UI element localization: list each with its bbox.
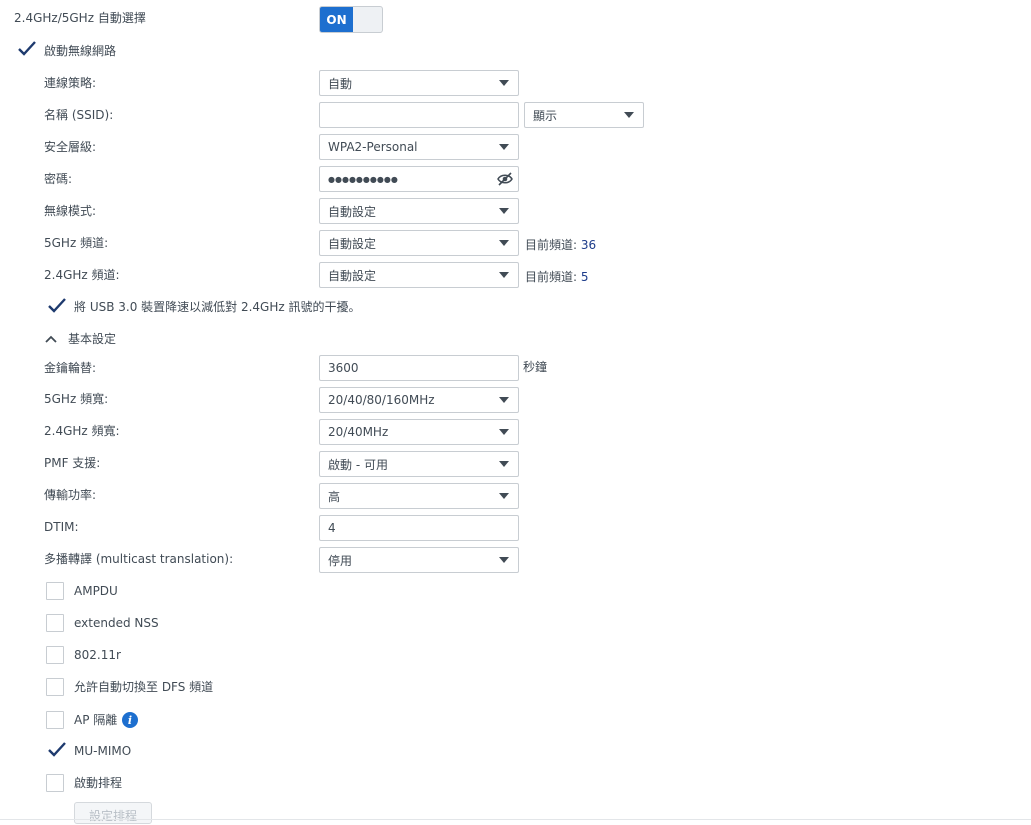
key-rotation-value: 3600 xyxy=(328,361,359,375)
ap-isolation-label: AP 隔離 xyxy=(74,713,118,727)
chevron-down-icon xyxy=(499,208,509,214)
bw24-value: 20/40MHz xyxy=(328,425,389,439)
dot11r-label: 802.11r xyxy=(74,648,121,662)
ch5-select[interactable]: 自動設定 xyxy=(319,230,519,256)
password-input[interactable]: ●●●●●●●●●● xyxy=(319,166,519,192)
ampdu-checkbox[interactable] xyxy=(46,582,64,600)
power-label: 傳輸功率: xyxy=(44,488,97,502)
chevron-up-icon xyxy=(45,335,57,343)
ch24-current: 目前頻道: 5 xyxy=(525,269,589,285)
security-label: 安全層級: xyxy=(44,140,97,154)
pmf-select[interactable]: 啟動 - 可用 xyxy=(319,451,519,477)
ch5-current: 目前頻道: 36 xyxy=(525,237,596,253)
enable-schedule-label: 啟動排程 xyxy=(74,776,123,790)
ch24-value: 自動設定 xyxy=(328,268,377,283)
pmf-value: 啟動 - 可用 xyxy=(328,457,388,472)
chevron-down-icon xyxy=(499,80,509,86)
power-value: 高 xyxy=(328,489,341,504)
mu-mimo-label: MU-MIMO xyxy=(74,744,132,758)
dtim-value: 4 xyxy=(328,521,336,535)
key-rotation-label: 金鑰輪替: xyxy=(44,361,97,375)
ch24-current-label: 目前頻道: xyxy=(525,270,578,284)
strategy-select[interactable]: 自動 xyxy=(319,70,519,96)
ap-isolation-checkbox[interactable] xyxy=(46,711,64,729)
check-icon xyxy=(18,41,36,56)
dtim-input[interactable]: 4 xyxy=(319,515,519,541)
multicast-label: 多播轉譯 (multicast translation): xyxy=(44,552,234,566)
wireless-mode-select[interactable]: 自動設定 xyxy=(319,198,519,224)
ampdu-label: AMPDU xyxy=(74,584,118,598)
wireless-mode-value: 自動設定 xyxy=(328,204,377,219)
chevron-down-icon xyxy=(499,493,509,499)
chevron-down-icon xyxy=(499,461,509,467)
power-select[interactable]: 高 xyxy=(319,483,519,509)
check-icon xyxy=(48,742,66,757)
ch5-value: 自動設定 xyxy=(328,236,377,251)
basic-settings-label: 基本設定 xyxy=(68,332,117,346)
key-rotation-unit: 秒鐘 xyxy=(523,360,548,374)
bw24-label: 2.4GHz 頻寬: xyxy=(44,424,120,438)
bw5-value: 20/40/80/160MHz xyxy=(328,393,435,407)
password-value: ●●●●●●●●●● xyxy=(328,174,398,184)
multicast-select[interactable]: 停用 xyxy=(319,547,519,573)
strategy-value: 自動 xyxy=(328,76,353,91)
bw5-select[interactable]: 20/40/80/160MHz xyxy=(319,387,519,413)
ch5-label: 5GHz 頻道: xyxy=(44,236,109,250)
dtim-label: DTIM: xyxy=(44,520,79,534)
password-label: 密碼: xyxy=(44,172,73,186)
eye-off-icon[interactable] xyxy=(497,172,513,186)
chevron-down-icon xyxy=(624,112,634,118)
band-auto-toggle[interactable]: ON xyxy=(319,6,383,33)
ch24-current-value: 5 xyxy=(580,270,589,284)
security-select[interactable]: WPA2-Personal xyxy=(319,134,519,160)
extended-nss-checkbox[interactable] xyxy=(46,614,64,632)
security-value: WPA2-Personal xyxy=(328,140,418,154)
usb-slowdown-label: 將 USB 3.0 裝置降速以減低對 2.4GHz 訊號的干擾。 xyxy=(74,300,361,314)
dfs-auto-switch-label: 允許自動切換至 DFS 頻道 xyxy=(74,680,214,694)
chevron-down-icon xyxy=(499,397,509,403)
ch24-select[interactable]: 自動設定 xyxy=(319,262,519,288)
bw24-select[interactable]: 20/40MHz xyxy=(319,419,519,445)
ch5-current-label: 目前頻道: xyxy=(525,238,578,252)
extended-nss-label: extended NSS xyxy=(74,616,159,630)
set-schedule-label: 設定排程 xyxy=(88,809,137,823)
ssid-label: 名稱 (SSID): xyxy=(44,108,114,122)
wireless-mode-label: 無線模式: xyxy=(44,204,97,218)
check-icon xyxy=(48,298,66,313)
ch24-label: 2.4GHz 頻道: xyxy=(44,268,120,282)
page-bottom-divider xyxy=(0,819,1031,820)
multicast-value: 停用 xyxy=(328,553,353,568)
enable-wireless-label: 啟動無線網路 xyxy=(44,44,117,58)
usb-slowdown-checkbox[interactable] xyxy=(46,298,66,316)
enable-schedule-checkbox[interactable] xyxy=(46,774,64,792)
info-icon[interactable]: i xyxy=(122,712,138,728)
dot11r-checkbox[interactable] xyxy=(46,646,64,664)
ssid-visibility-select[interactable]: 顯示 xyxy=(524,102,644,128)
enable-wireless-checkbox[interactable] xyxy=(16,41,36,59)
chevron-down-icon xyxy=(499,429,509,435)
chevron-down-icon xyxy=(499,272,509,278)
dfs-auto-switch-checkbox[interactable] xyxy=(46,678,64,696)
chevron-down-icon xyxy=(499,557,509,563)
pmf-label: PMF 支援: xyxy=(44,456,101,470)
strategy-label: 連線策略: xyxy=(44,76,97,90)
toggle-on-label: ON xyxy=(320,7,353,32)
chevron-down-icon xyxy=(499,240,509,246)
key-rotation-input[interactable]: 3600 xyxy=(319,355,519,381)
bw5-label: 5GHz 頻寬: xyxy=(44,392,109,406)
basic-settings-toggle[interactable]: 基本設定 xyxy=(44,331,116,347)
ch5-current-value: 36 xyxy=(580,238,597,252)
band-auto-label: 2.4GHz/5GHz 自動選擇 xyxy=(14,11,146,25)
ssid-input[interactable] xyxy=(319,102,519,128)
ssid-visibility-value: 顯示 xyxy=(533,108,558,123)
mu-mimo-checkbox[interactable] xyxy=(46,742,66,760)
set-schedule-button[interactable]: 設定排程 xyxy=(74,802,152,824)
chevron-down-icon xyxy=(499,144,509,150)
